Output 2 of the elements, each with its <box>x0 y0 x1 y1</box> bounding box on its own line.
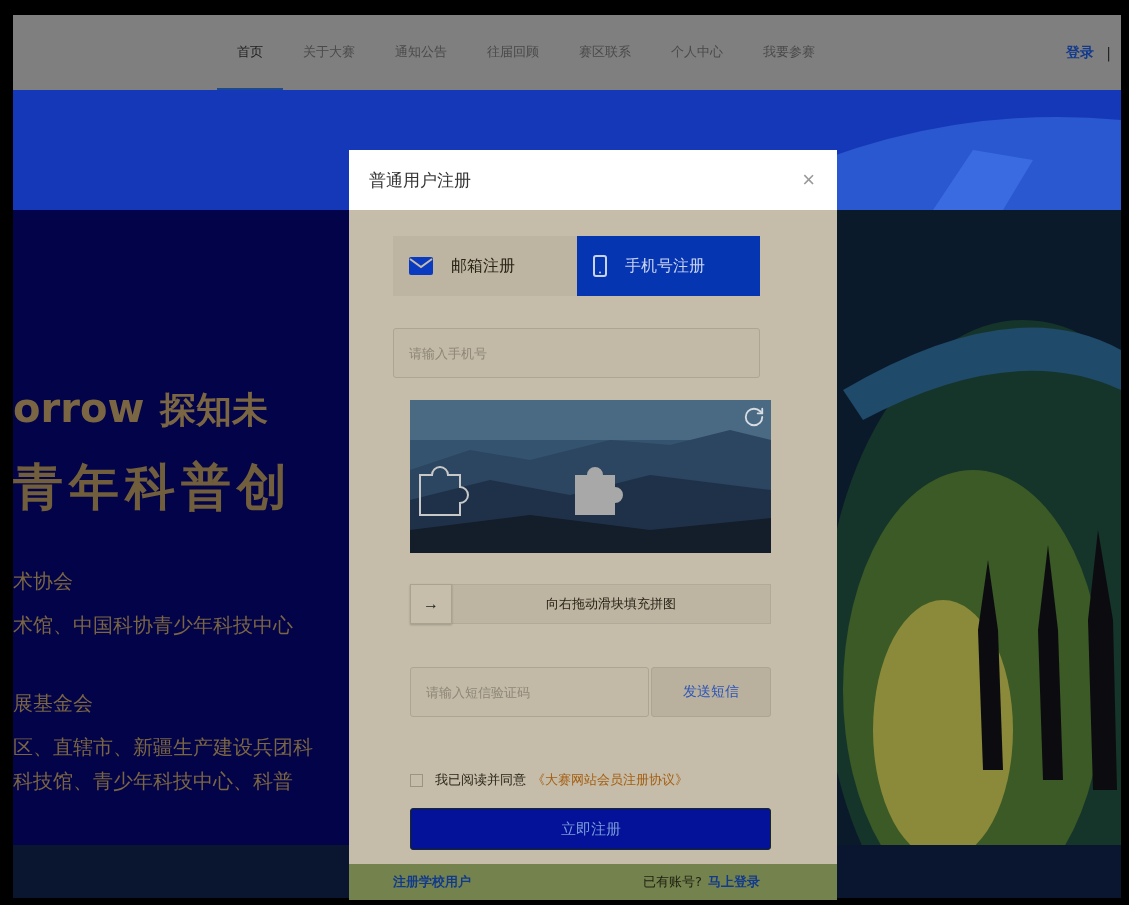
login-link[interactable]: 登录 <box>1066 43 1095 62</box>
separator: | <box>1106 44 1111 61</box>
